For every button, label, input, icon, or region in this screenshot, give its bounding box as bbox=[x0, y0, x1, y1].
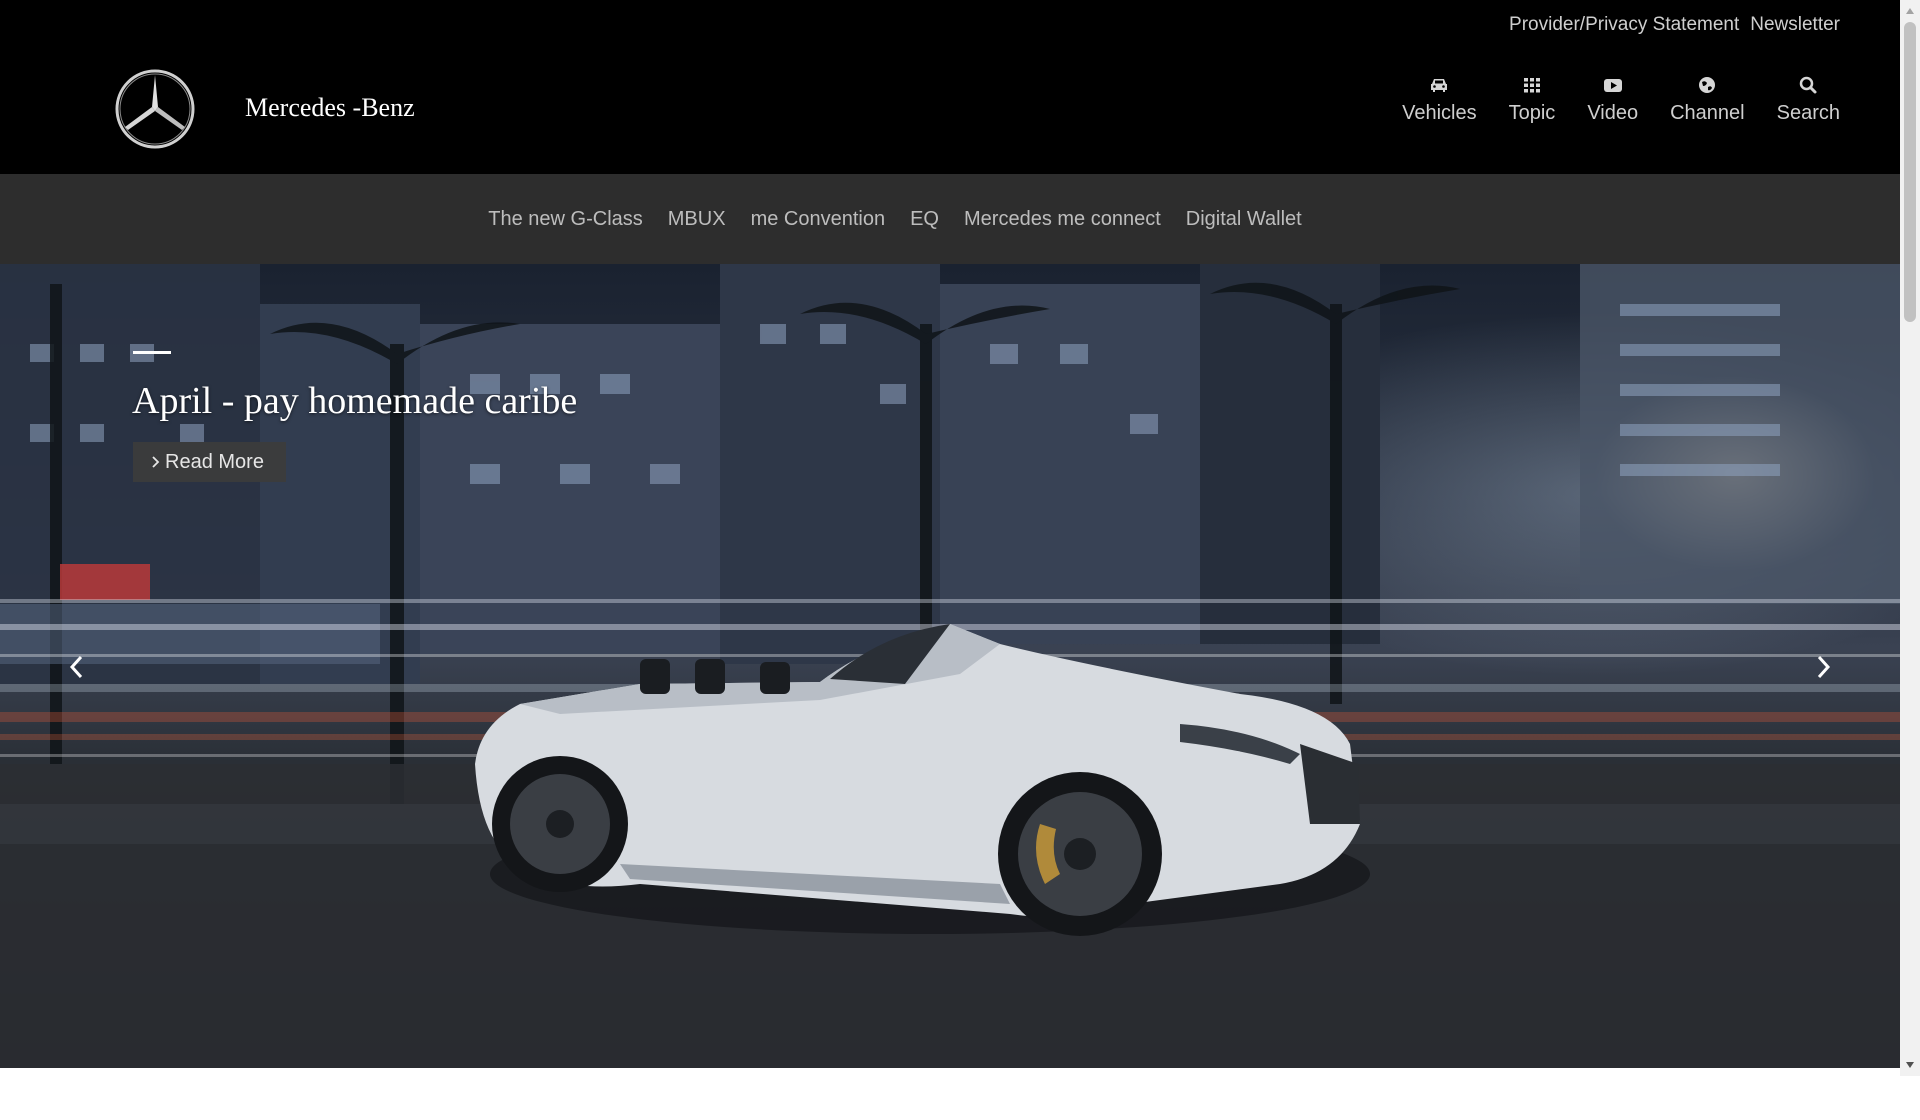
subnav-item-me-convention[interactable]: me Convention bbox=[751, 206, 886, 232]
nav-vehicles[interactable]: Vehicles bbox=[1402, 74, 1477, 126]
nav-search-label: Search bbox=[1776, 102, 1840, 124]
search-icon bbox=[1800, 76, 1817, 94]
chevron-right-icon bbox=[1817, 655, 1831, 679]
main-nav: Vehicles Topic Video Channel Search bbox=[1402, 74, 1840, 126]
subnav-item-g-class[interactable]: The new G-Class bbox=[488, 206, 643, 232]
sub-navigation: The new G-Class MBUX me Convention EQ Me… bbox=[0, 174, 1900, 264]
nav-video-label: Video bbox=[1587, 102, 1639, 124]
subnav-item-digital-wallet[interactable]: Digital Wallet bbox=[1186, 206, 1302, 232]
slide-title: April - pay homemade caribe bbox=[132, 380, 578, 422]
slider-prev-button[interactable] bbox=[60, 650, 94, 684]
nav-topic[interactable]: Topic bbox=[1508, 74, 1556, 126]
globe-icon bbox=[1699, 77, 1716, 93]
privacy-statement-link[interactable]: Provider/Privacy Statement bbox=[1509, 12, 1739, 38]
video-icon bbox=[1603, 79, 1622, 92]
nav-channel-label: Channel bbox=[1670, 102, 1745, 124]
nav-video[interactable]: Video bbox=[1587, 74, 1638, 126]
slide-indicator-dash bbox=[133, 351, 171, 354]
scroll-up-arrow[interactable] bbox=[1900, 2, 1920, 20]
chevron-left-icon bbox=[69, 655, 83, 679]
read-more-button[interactable]: Read More bbox=[133, 442, 286, 482]
subnav-item-mbux[interactable]: MBUX bbox=[668, 206, 726, 232]
triangle-up-icon bbox=[1906, 8, 1914, 14]
hero-slider: April - pay homemade caribe Read More bbox=[0, 264, 1900, 1068]
triangle-down-icon bbox=[1906, 1062, 1914, 1068]
read-more-label: Read More bbox=[165, 451, 264, 473]
chevron-right-icon bbox=[152, 456, 160, 468]
subnav-item-me-connect[interactable]: Mercedes me connect bbox=[964, 206, 1161, 232]
mercedes-star-logo[interactable] bbox=[114, 68, 196, 150]
subnav-item-eq[interactable]: EQ bbox=[910, 206, 939, 232]
utility-links: Provider/Privacy Statement Newsletter bbox=[1509, 12, 1840, 38]
site-header: Provider/Privacy Statement Newsletter Me… bbox=[0, 0, 1900, 174]
scrollbar-thumb[interactable] bbox=[1904, 22, 1916, 322]
nav-search[interactable]: Search bbox=[1777, 74, 1840, 126]
page-scrollbar[interactable] bbox=[1900, 0, 1920, 1076]
scroll-down-arrow[interactable] bbox=[1900, 1056, 1920, 1074]
nav-topic-label: Topic bbox=[1508, 102, 1556, 124]
slider-next-button[interactable] bbox=[1806, 650, 1840, 684]
nav-vehicles-label: Vehicles bbox=[1402, 102, 1477, 124]
car-icon bbox=[1431, 79, 1448, 92]
brand-name[interactable]: Mercedes -Benz bbox=[245, 91, 415, 125]
nav-channel[interactable]: Channel bbox=[1670, 74, 1745, 126]
newsletter-link[interactable]: Newsletter bbox=[1750, 12, 1840, 38]
grid-icon bbox=[1523, 78, 1540, 93]
